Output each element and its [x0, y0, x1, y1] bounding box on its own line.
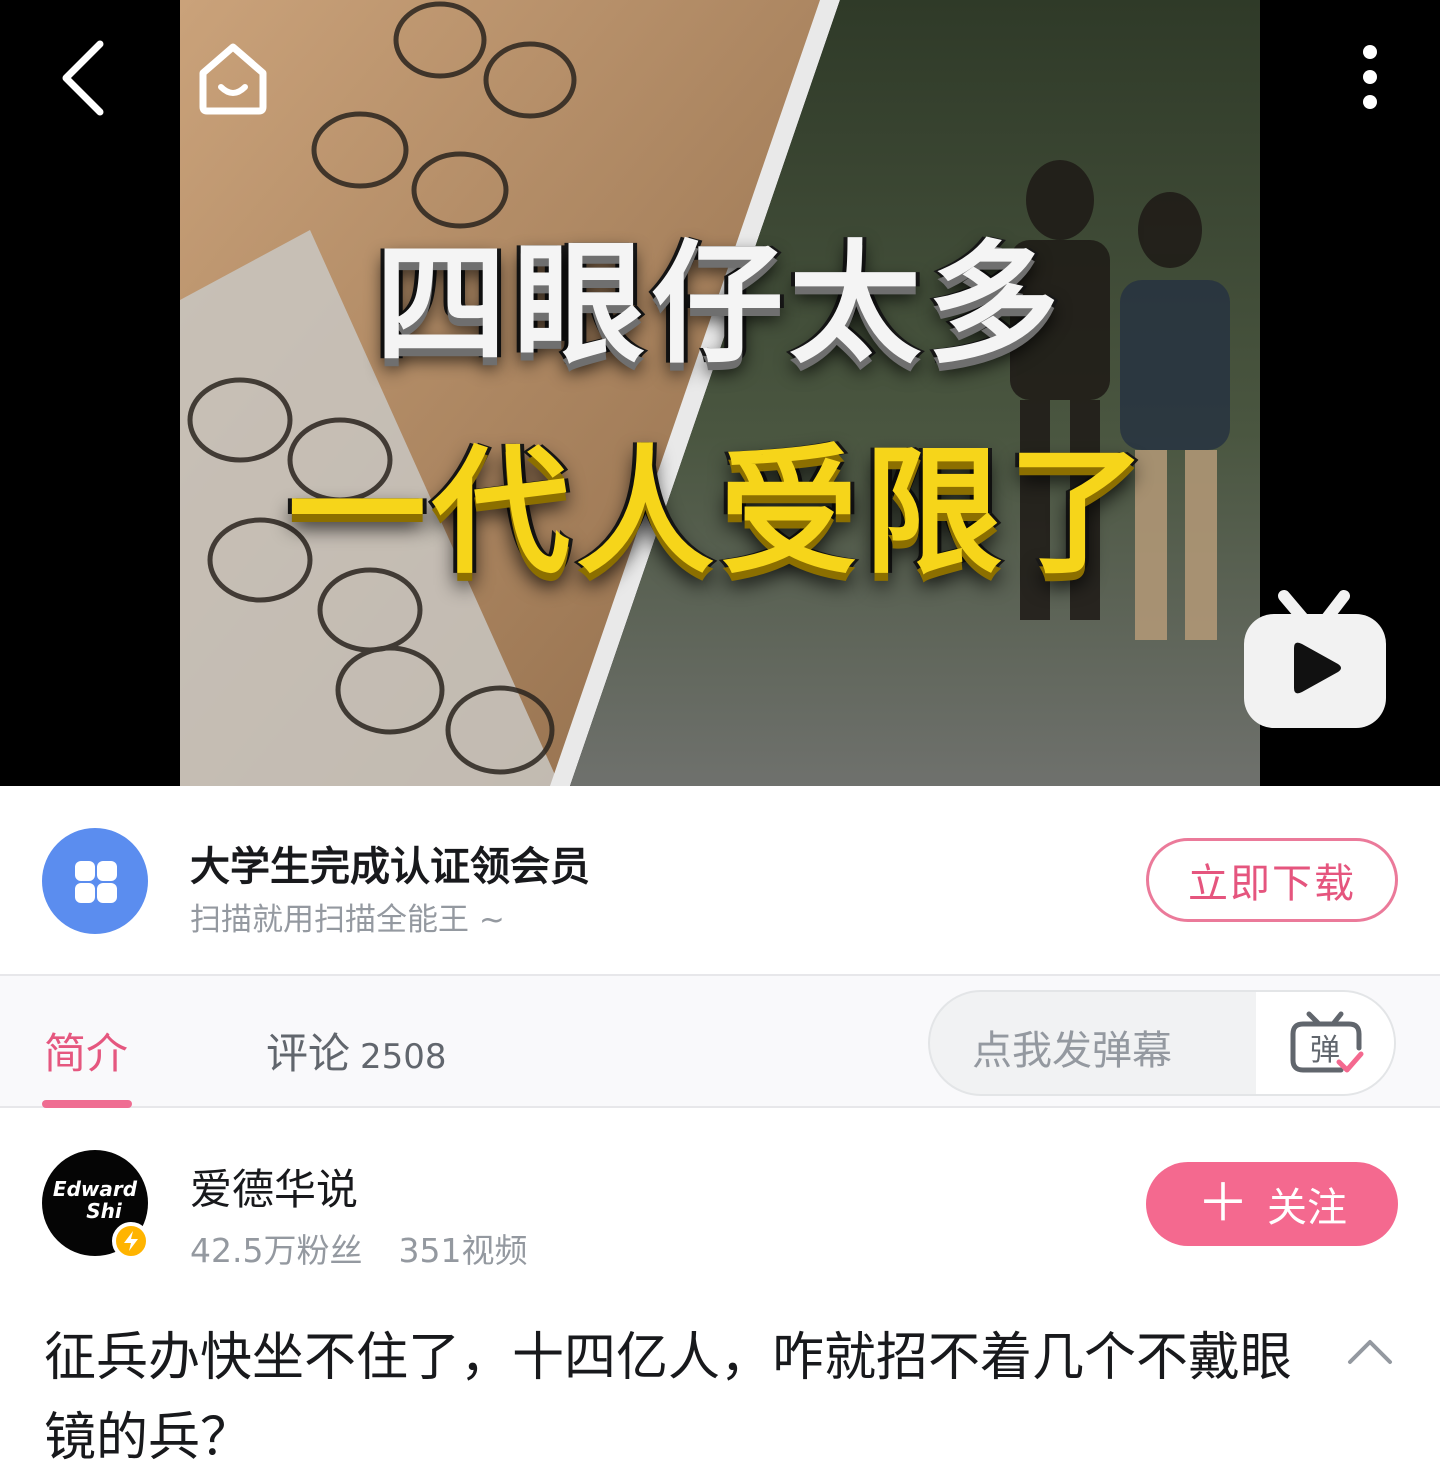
avatar-logo-text: Edward Shi [52, 1177, 138, 1223]
plus-icon: ＋ [1196, 1174, 1249, 1234]
download-button[interactable]: 立即下载 [1146, 838, 1398, 922]
follow-label: 关注 [1267, 1185, 1347, 1231]
tab-bar: 简介 评论 2508 点我发弹幕 弹 [0, 974, 1440, 1108]
ad-title: 大学生完成认证领会员 [190, 844, 590, 890]
uploader-stats: 42.5万粉丝 351视频 [190, 1224, 527, 1272]
video-count: 351视频 [398, 1231, 528, 1270]
app-logo-icon [42, 828, 148, 934]
danmaku-icon: 弹 [1290, 1011, 1364, 1073]
chevron-left-icon [62, 40, 104, 116]
danmaku-input[interactable]: 点我发弹幕 [972, 1018, 1172, 1076]
comments-count: 2508 [360, 1037, 447, 1077]
chevron-up-icon [1348, 1340, 1392, 1364]
video-thumbnail: 四眼仔太多 一代人受限了 [180, 0, 1260, 786]
follow-button[interactable]: ＋ 关注 [1146, 1162, 1398, 1246]
video-title: 征兵办快坐不住了，十四亿人，咋就招不着几个不戴眼镜的兵？ [44, 1328, 1293, 1468]
follower-count: 42.5万粉丝 [190, 1231, 363, 1270]
danmaku-toggle-button[interactable]: 弹 [1256, 992, 1394, 1094]
play-button[interactable] [1240, 588, 1390, 733]
ad-banner[interactable]: 大学生完成认证领会员 扫描就用扫描全能王 ~ 立即下载 [0, 786, 1440, 974]
tab-comments-label: 评论 [266, 1029, 351, 1078]
danmaku-icon-char: 弹 [1310, 1033, 1340, 1068]
more-vertical-icon [1363, 45, 1377, 109]
thumbnail-headline-line2: 一代人受限了 [287, 432, 1152, 593]
back-button[interactable] [40, 28, 120, 128]
tab-comments[interactable]: 评论 2508 [266, 1020, 447, 1081]
thumbnail-background [180, 0, 1260, 786]
collapse-button[interactable] [1340, 1330, 1400, 1380]
active-tab-indicator [42, 1100, 132, 1108]
ad-subtitle: 扫描就用扫描全能王 ~ [190, 902, 505, 938]
home-button[interactable] [188, 32, 278, 122]
more-options-button[interactable] [1340, 32, 1400, 122]
video-player[interactable]: 四眼仔太多 一代人受限了 [0, 0, 1440, 786]
tab-intro[interactable]: 简介 [44, 1020, 128, 1081]
uploader-name[interactable]: 爱德华说 [190, 1156, 358, 1217]
thumbnail-headline-line1: 四眼仔太多 [375, 228, 1065, 382]
danmaku-bar: 点我发弹幕 弹 [928, 990, 1396, 1096]
verified-lightning-icon [112, 1222, 150, 1260]
home-face-icon [199, 43, 267, 115]
tv-play-icon [1244, 590, 1386, 728]
